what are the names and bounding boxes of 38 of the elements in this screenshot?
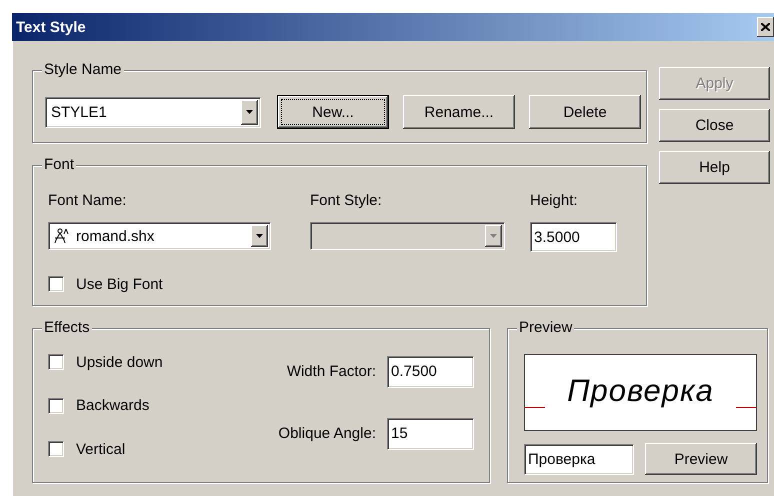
close-button[interactable] [757,17,774,37]
checkbox[interactable] [48,441,64,457]
checkbox-label: Upside down [76,354,163,370]
height-field[interactable]: 3.5000 [530,222,617,252]
oblique-angle-field[interactable]: 15 [387,418,474,450]
preview-sample: Проверка [567,372,714,408]
rename-button[interactable]: Rename... [403,95,515,129]
checkbox-label: Backwards [76,397,150,414]
baseline-marker [736,407,756,408]
group-label: Style Name [42,62,124,78]
window-title: Text Style [16,18,87,36]
font-name-combo[interactable]: romand.shx [48,222,271,250]
delete-button[interactable]: Delete [529,95,641,129]
checkbox-label: Use Big Font [76,276,163,292]
help-button[interactable]: Help [659,151,770,184]
checkbox[interactable] [48,354,64,370]
font-icon [54,228,70,244]
combo-value: STYLE1 [51,104,107,120]
field-label: Height: [530,192,578,209]
new-button[interactable]: New... [277,95,389,129]
field-label: Width Factor: [286,363,376,380]
checkbox[interactable] [48,398,64,414]
width-factor-field[interactable]: 0.7500 [387,356,474,388]
checkbox[interactable] [48,276,64,292]
checkbox-label: Vertical [76,440,126,458]
dropdown-arrow-icon [256,234,263,238]
field-label: Font Style: [310,192,382,209]
baseline-marker [525,407,545,408]
dropdown-arrow-icon [490,234,497,238]
preview-text-field[interactable]: Проверка [524,444,634,474]
combo-value: romand.shx [76,228,154,244]
field-label: Oblique Angle: [278,425,376,442]
preview-button[interactable]: Preview [645,443,757,475]
style-name-combo[interactable]: STYLE1 [45,96,261,128]
dropdown-arrow-icon [246,110,253,114]
close-icon [761,23,770,31]
field-label: Font Name: [48,192,126,209]
close-button[interactable]: Close [659,109,770,142]
